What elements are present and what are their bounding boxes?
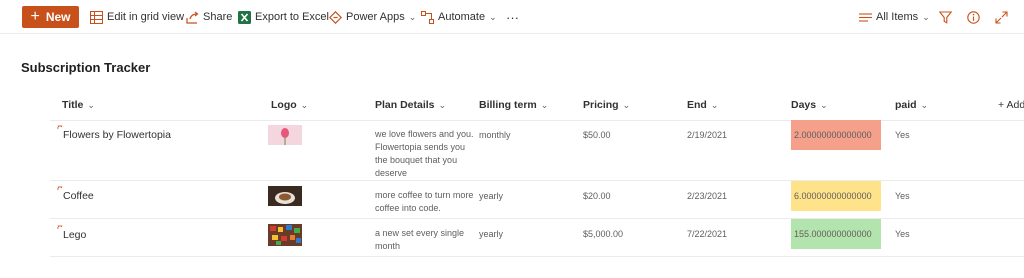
lego-bricks-image [268, 224, 302, 246]
item-title-link[interactable]: Lego [63, 229, 86, 241]
column-header-days[interactable]: Days ⌄ [791, 99, 828, 111]
chevron-down-icon: ⌄ [489, 11, 497, 22]
days-value: 2.00000000000000 [794, 130, 872, 140]
add-column-button[interactable]: + Add column [998, 99, 1024, 111]
share-label: Share [203, 11, 233, 23]
column-header-label: Billing term [479, 99, 537, 111]
pricing-value: $5,000.00 [583, 229, 624, 239]
filter-icon [938, 10, 952, 24]
edit-grid-view-button[interactable]: Edit in grid view [89, 6, 184, 28]
export-to-excel-label: Export to Excel [255, 11, 329, 23]
column-header-paid[interactable]: paid ⌄ [895, 99, 928, 111]
column-header-label: Plan Details [375, 99, 435, 111]
column-header-label: End [687, 99, 707, 111]
more-options-label: ··· [506, 9, 519, 25]
info-icon [966, 10, 980, 24]
page-title: Subscription Tracker [21, 60, 151, 75]
automate-button[interactable]: Automate ⌄ [420, 6, 497, 28]
automate-icon [420, 10, 434, 24]
power-apps-label: Power Apps [346, 11, 405, 23]
paid-value: Yes [895, 191, 910, 201]
plan-details-text: more coffee to turn more coffee into cod… [375, 190, 474, 213]
more-options-button[interactable]: ··· [506, 6, 519, 28]
days-value: 6.00000000000000 [794, 191, 872, 201]
column-header-billing-term[interactable]: Billing term ⌄ [479, 99, 548, 111]
days-value-cell: 2.00000000000000 [791, 120, 881, 150]
share-button[interactable]: Share [185, 6, 232, 28]
chevron-down-icon: ⌄ [920, 99, 929, 110]
pink-tulip-image [268, 125, 302, 145]
paid-value: Yes [895, 130, 910, 140]
pricing-value: $20.00 [583, 191, 611, 201]
chevron-down-icon: ⌄ [922, 11, 930, 22]
chevron-down-icon: ⌄ [408, 11, 417, 22]
column-header-label: Title [62, 99, 84, 111]
chevron-down-icon: ⌄ [300, 99, 309, 110]
share-icon [185, 10, 199, 24]
item-title-link[interactable]: Flowers by Flowertopia [63, 129, 171, 141]
paid-value: Yes [895, 229, 910, 239]
chevron-down-icon: ⌄ [87, 99, 95, 110]
expand-button[interactable] [994, 6, 1012, 28]
row-divider [50, 256, 1024, 257]
excel-icon [237, 10, 251, 24]
column-header-pricing[interactable]: Pricing ⌄ [583, 99, 630, 111]
coffee-cup-image [268, 186, 302, 206]
column-header-label: paid [895, 99, 917, 111]
end-date-value: 7/22/2021 [687, 229, 728, 239]
column-header-end[interactable]: End ⌄ [687, 99, 718, 111]
days-value-cell: 155.000000000000 [791, 219, 881, 249]
chevron-down-icon: ⌄ [710, 99, 719, 110]
list-view-icon [858, 10, 872, 24]
days-value: 155.000000000000 [794, 229, 872, 239]
info-button[interactable] [966, 6, 984, 28]
power-apps-button[interactable]: Power Apps ⌄ [328, 6, 416, 28]
days-value-cell: 6.00000000000000 [791, 181, 881, 211]
add-column-label: + Add column [998, 99, 1024, 111]
command-bar: + New Edit in grid view Share Export to … [0, 0, 1024, 34]
end-date-value: 2/19/2021 [687, 130, 728, 140]
billing-term-value: monthly [479, 130, 511, 140]
item-title-link[interactable]: Coffee [63, 190, 94, 202]
export-to-excel-button[interactable]: Export to Excel [237, 6, 329, 28]
plan-details-text: we love flowers and you. Flowertopia sen… [375, 129, 474, 178]
billing-term-value: yearly [479, 229, 504, 239]
new-button-label: New [45, 10, 71, 24]
plus-icon: + [30, 8, 40, 25]
plan-details-text: a new set every single month [375, 228, 465, 251]
column-header-label: Days [791, 99, 817, 111]
billing-term-value: yearly [479, 191, 504, 201]
column-header-label: Pricing [583, 99, 619, 111]
view-label: All Items [876, 11, 919, 23]
chevron-down-icon: ⌄ [540, 99, 549, 110]
new-button[interactable]: + New [22, 6, 79, 28]
power-apps-icon [328, 10, 342, 24]
chevron-down-icon: ⌄ [622, 99, 631, 110]
column-header-logo[interactable]: Logo ⌄ [271, 99, 308, 111]
view-switcher-button[interactable]: All Items ⌄ [858, 6, 930, 28]
column-header-label: Logo [271, 99, 297, 111]
automate-label: Automate [438, 11, 486, 23]
end-date-value: 2/23/2021 [687, 191, 728, 201]
chevron-down-icon: ⌄ [438, 99, 447, 110]
edit-grid-view-label: Edit in grid view [107, 11, 185, 23]
expand-icon [994, 10, 1008, 24]
chevron-down-icon: ⌄ [820, 99, 828, 110]
filter-button[interactable] [938, 6, 956, 28]
column-header-title[interactable]: Title ⌄ [62, 99, 95, 111]
pricing-value: $50.00 [583, 130, 611, 140]
column-header-plan-details[interactable]: Plan Details ⌄ [375, 99, 446, 111]
grid-icon [89, 10, 103, 24]
